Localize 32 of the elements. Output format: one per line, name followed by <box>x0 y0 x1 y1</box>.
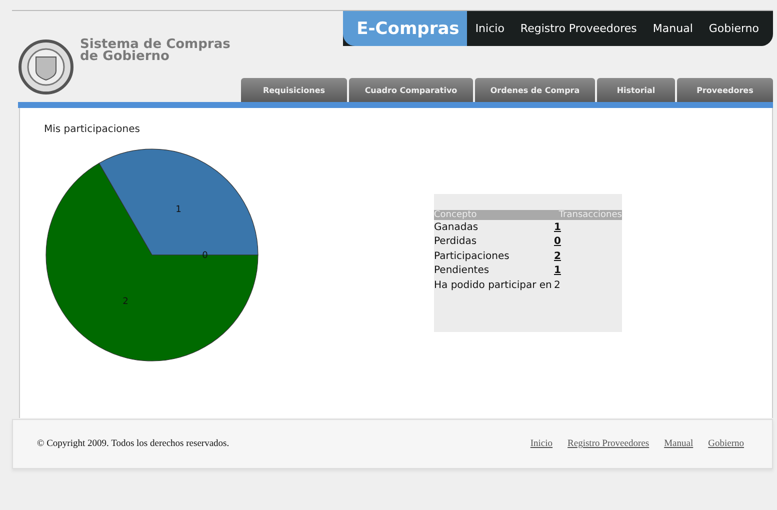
count-link[interactable]: 2 <box>554 250 561 262</box>
copyright-text: © Copyright 2009. Todos los derechos reservados. <box>37 439 230 449</box>
concept-label: Ha podido participar en <box>434 280 553 291</box>
nav-link[interactable]: Registro Proveedores <box>512 11 645 46</box>
footer-link[interactable]: Manual <box>664 439 694 449</box>
slice-label: 2 <box>122 296 128 307</box>
concept-label: Perdidas <box>434 236 478 248</box>
footer-link[interactable]: Gobierno <box>708 439 744 449</box>
chart-title: Mis participaciones <box>44 124 141 135</box>
nav-link[interactable]: Inicio <box>467 11 512 46</box>
slice-label: 1 <box>176 205 182 216</box>
concept-label: Pendientes <box>434 265 490 276</box>
nav-tab[interactable]: Requisiciones <box>241 78 347 102</box>
count-link[interactable]: 1 <box>554 265 561 276</box>
nav-tab[interactable]: Historial <box>597 78 675 102</box>
nav-tab[interactable]: Cuadro Comparativo <box>349 78 473 102</box>
footer-link[interactable]: Inicio <box>530 439 553 449</box>
nav-link[interactable]: Gobierno <box>700 11 767 46</box>
column-header: Transacciones <box>558 210 622 220</box>
seal-icon <box>18 39 74 95</box>
count-link[interactable]: 0 <box>554 236 561 248</box>
site-title: Sistema de Compras de Gobierno <box>80 39 232 63</box>
app-badge: E-Compras <box>342 11 468 46</box>
footer-link[interactable]: Registro Proveedores <box>568 439 650 449</box>
count-value: 2 <box>554 280 560 291</box>
count-link[interactable]: 1 <box>554 222 561 233</box>
nav-link[interactable]: Manual <box>644 11 701 46</box>
concept-label: Ganadas <box>434 222 480 233</box>
nav-tab[interactable]: Proveedores <box>677 78 773 102</box>
column-header: Concepto <box>434 210 477 220</box>
nav-tab[interactable]: Ordenes de Compra <box>475 78 595 102</box>
concept-label: Participaciones <box>434 250 510 262</box>
